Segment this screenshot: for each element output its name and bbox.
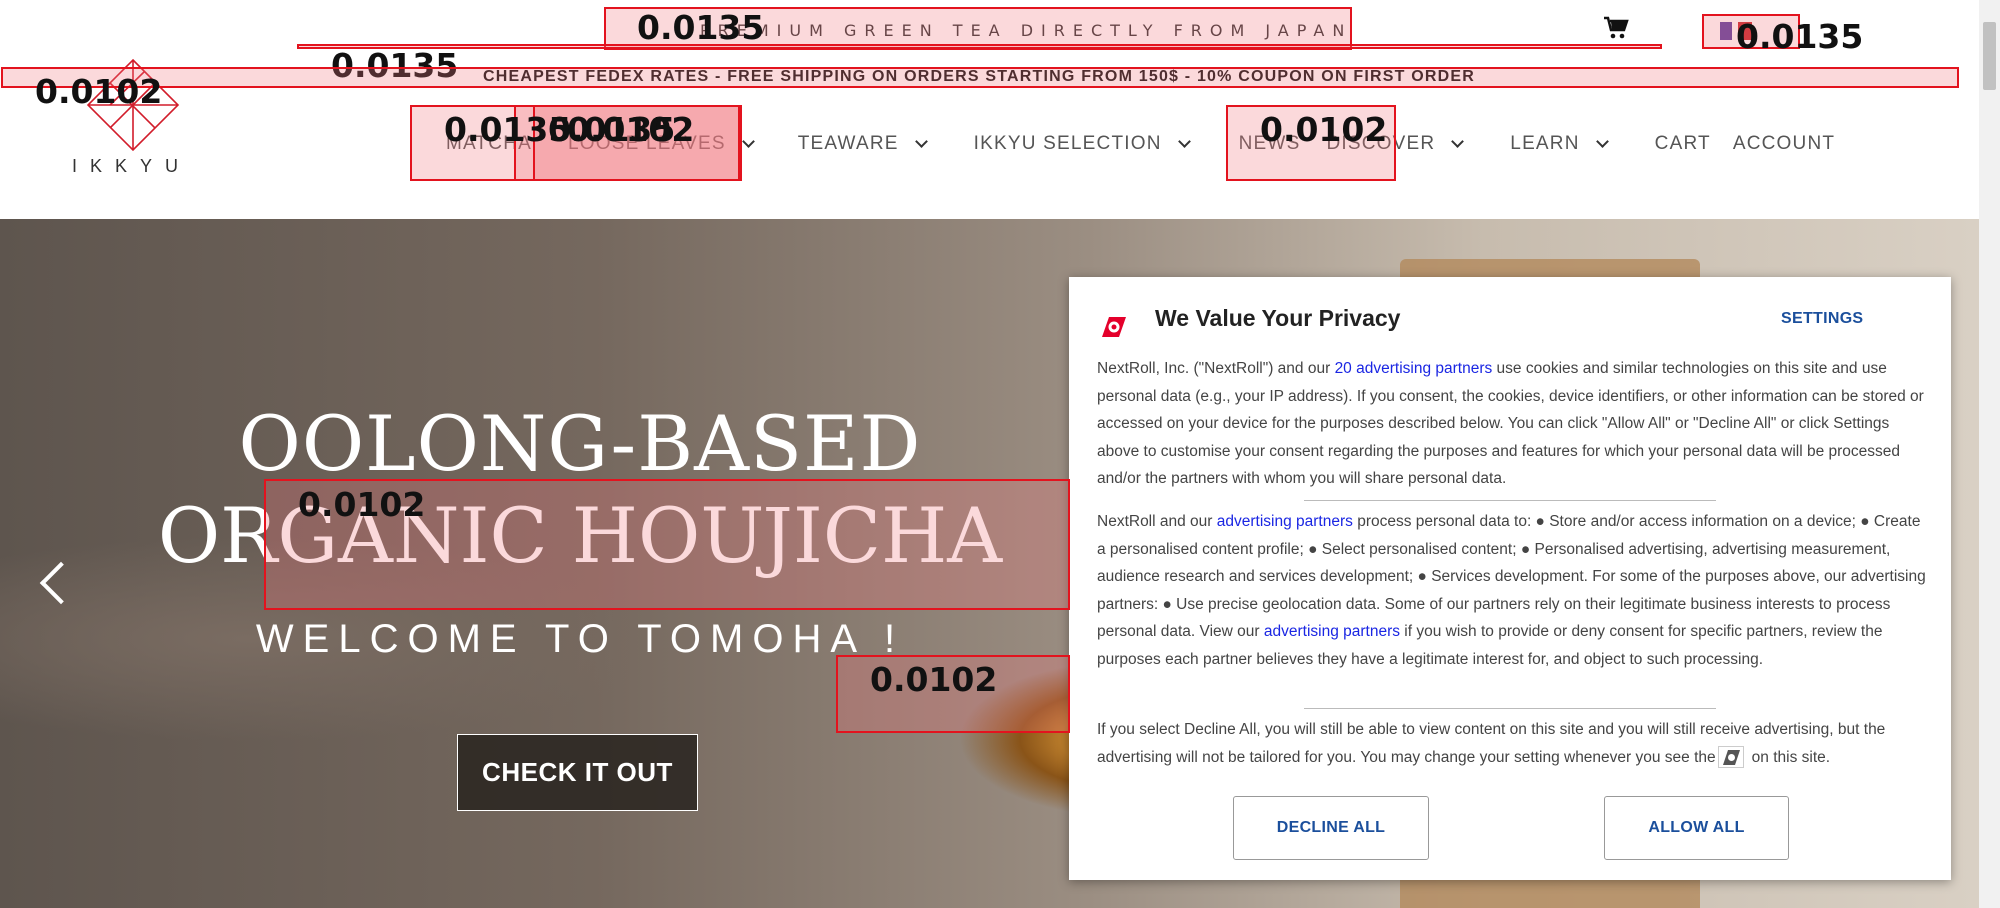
nav-item-account[interactable]: ACCOUNT: [1733, 133, 1835, 155]
nextroll-logo-icon: [1102, 317, 1126, 337]
text-span: use cookies and similar technologies on …: [1097, 360, 1924, 487]
hero-title-line1: OOLONG-BASED: [238, 399, 922, 488]
scrollbar-thumb[interactable]: [1983, 22, 1996, 90]
cart-icon[interactable]: [1603, 16, 1629, 40]
overlay-label: 0.0102: [1260, 110, 1388, 149]
dialog-title: We Value Your Privacy: [1155, 305, 1401, 331]
advertising-partners-link[interactable]: 20 advertising partners: [1335, 360, 1493, 377]
chevron-down-icon: [741, 134, 755, 148]
text-span: on this site.: [1751, 748, 1831, 766]
nav-item-label: ACCOUNT: [1732, 133, 1836, 154]
chevron-down-icon: [1595, 134, 1609, 148]
nav-item-label: CART: [1654, 133, 1711, 154]
allow-all-button[interactable]: ALLOW ALL: [1604, 796, 1789, 860]
chevron-down-icon: [914, 134, 928, 148]
chevron-down-icon: [1177, 134, 1191, 148]
page: PREMIUM GREEN TEA DIRECTLY FROM JAPAN CH…: [0, 0, 2000, 908]
advertising-partners-link[interactable]: advertising partners: [1217, 513, 1353, 530]
vertical-scrollbar[interactable]: [1979, 0, 2000, 908]
overlay-box-shipping-banner: [1, 67, 1959, 88]
advertising-partners-link[interactable]: advertising partners: [1264, 623, 1400, 640]
consent-paragraph-3: If you select Decline All, you will stil…: [1097, 716, 1927, 771]
nav-item-teaware[interactable]: TEAWARE: [797, 133, 928, 155]
overlay-line-banner: [297, 44, 1662, 49]
overlay-label: 0.0135: [637, 8, 765, 47]
check-it-out-button[interactable]: CHECK IT OUT: [457, 734, 698, 811]
decline-all-button[interactable]: DECLINE ALL: [1233, 796, 1429, 860]
nav-item-cart[interactable]: CART: [1655, 133, 1711, 155]
nav-item-learn[interactable]: LEARN: [1510, 133, 1609, 155]
logo-wordmark: IKKYU: [72, 156, 192, 176]
chevron-down-icon: [1451, 134, 1465, 148]
nextroll-settings-icon[interactable]: [1717, 746, 1744, 769]
overlay-label: 0.0102: [567, 110, 695, 149]
nav-item-ikkyu-selection[interactable]: IKKYU SELECTION: [973, 133, 1191, 155]
consent-paragraph-2: NextRoll and our advertising partners pr…: [1097, 508, 1927, 673]
overlay-label: 0.0102: [870, 660, 998, 699]
settings-button[interactable]: SETTINGS: [1781, 310, 1863, 328]
nav-item-label: TEAWARE: [797, 133, 899, 154]
nav-item-label: IKKYU SELECTION: [973, 133, 1162, 154]
overlay-label: 0.0102: [35, 72, 163, 111]
text-span: NextRoll, Inc. ("NextRoll") and our: [1097, 360, 1335, 377]
overlay-label: 0.0135: [1736, 17, 1864, 56]
divider: [1304, 708, 1716, 709]
text-span: process personal data to: ● Store and/or…: [1097, 513, 1926, 640]
consent-paragraph-1: NextRoll, Inc. ("NextRoll") and our 20 a…: [1097, 355, 1927, 493]
divider: [1304, 500, 1716, 501]
text-span: NextRoll and our: [1097, 513, 1217, 530]
overlay-label: 0.0102: [298, 485, 426, 524]
nav-item-label: LEARN: [1510, 133, 1580, 154]
privacy-consent-dialog: We Value Your Privacy SETTINGS NextRoll,…: [1069, 277, 1951, 880]
